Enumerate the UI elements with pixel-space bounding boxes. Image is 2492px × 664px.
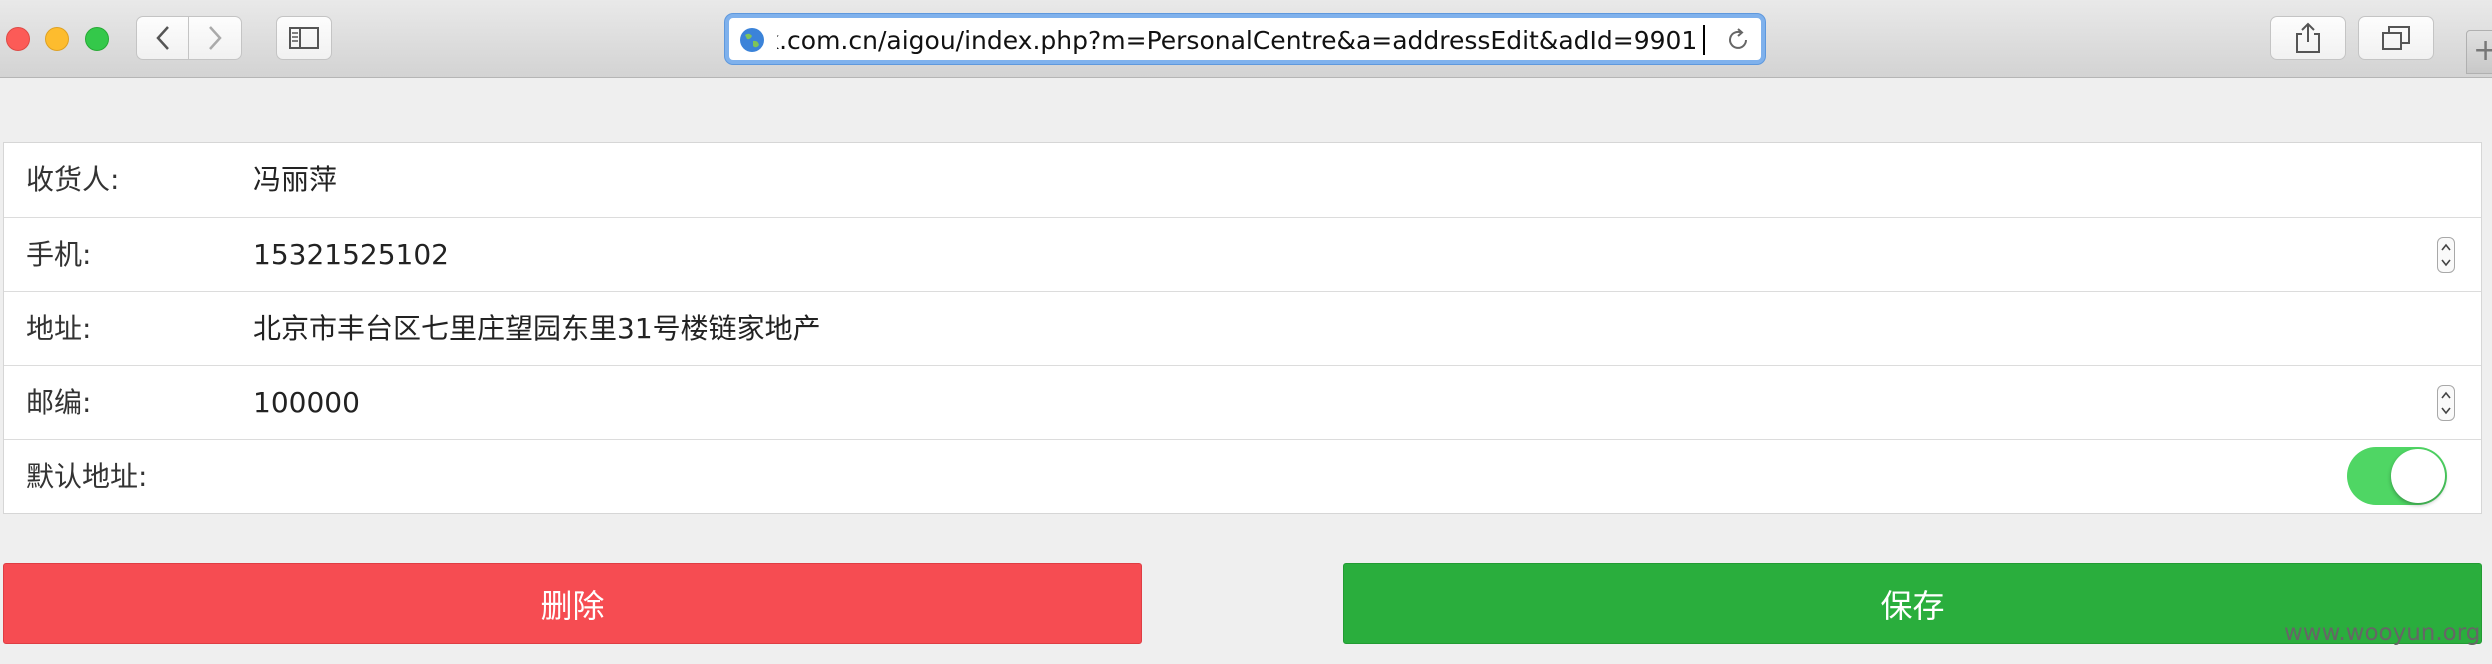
back-arrow-icon — [155, 26, 169, 50]
forward-button[interactable] — [189, 16, 242, 60]
postcode-stepper[interactable] — [2437, 385, 2455, 421]
phone-label: 手机: — [26, 238, 92, 271]
address-input[interactable]: 北京市丰台区七里庄望园东里31号楼链家地产 — [253, 311, 821, 347]
recipient-label: 收货人: — [26, 163, 120, 196]
zoom-window-button[interactable] — [85, 27, 109, 51]
default-address-label: 默认地址: — [26, 460, 148, 493]
tabs-icon — [2382, 26, 2410, 50]
stepper-arrows-icon — [2441, 243, 2451, 267]
recipient-input[interactable]: 冯丽萍 — [253, 162, 337, 198]
globe-icon — [740, 28, 764, 52]
form-row-address[interactable]: 地址: 北京市丰台区七里庄望园东里31号楼链家地产 — [4, 291, 2481, 365]
watermark-text: www.wooyun.org — [2284, 620, 2481, 646]
address-form: 收货人: 冯丽萍 手机: 15321525102 地址: 北京市丰台区七里庄望园… — [3, 142, 2482, 514]
form-row-default-address[interactable]: 默认地址: — [4, 439, 2481, 513]
toggle-knob[interactable] — [2391, 449, 2445, 503]
address-label: 地址: — [26, 312, 92, 345]
postcode-label: 邮编: — [26, 386, 92, 419]
postcode-input[interactable]: 100000 — [253, 385, 360, 421]
share-button[interactable] — [2270, 16, 2346, 60]
browser-toolbar: homelink.com.cn/aigou/index.php?m=Person… — [0, 0, 2492, 78]
share-icon — [2296, 22, 2320, 53]
show-tabs-button[interactable] — [2358, 16, 2434, 60]
url-text[interactable]: homelink.com.cn/aigou/index.php?m=Person… — [777, 26, 1697, 56]
form-row-recipient[interactable]: 收货人: 冯丽萍 — [4, 143, 2481, 217]
back-button[interactable] — [136, 16, 189, 60]
form-row-postcode[interactable]: 邮编: 100000 — [4, 365, 2481, 439]
address-bar[interactable]: homelink.com.cn/aigou/index.php?m=Person… — [725, 14, 1765, 64]
forward-arrow-icon — [209, 26, 222, 50]
minimize-window-button[interactable] — [45, 27, 69, 51]
reload-icon[interactable] — [1723, 25, 1753, 55]
phone-input[interactable]: 15321525102 — [253, 237, 449, 273]
delete-button[interactable]: 删除 — [3, 563, 1142, 644]
default-address-toggle[interactable] — [2347, 447, 2447, 505]
phone-stepper[interactable] — [2437, 237, 2455, 273]
stepper-arrows-icon — [2441, 391, 2451, 415]
text-caret — [1703, 25, 1705, 55]
sidebar-toggle-button[interactable] — [276, 16, 332, 60]
form-row-phone[interactable]: 手机: 15321525102 — [4, 217, 2481, 291]
close-window-button[interactable] — [6, 27, 30, 51]
sidebar-icon — [289, 27, 319, 49]
new-tab-button[interactable]: + — [2466, 30, 2492, 74]
